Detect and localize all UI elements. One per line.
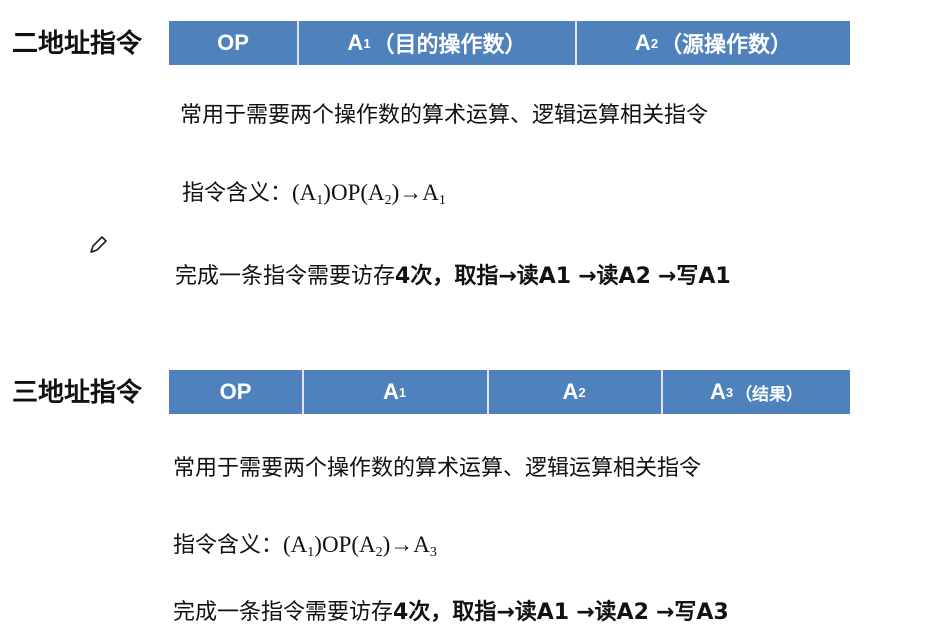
two-address-meaning: 指令含义：(A1)OP(A2)→A1: [182, 180, 446, 208]
two-address-cell-a2: A 2 （源操作数）: [634, 30, 793, 57]
three-address-label: 三地址指令: [12, 378, 143, 408]
three-address-usage: 常用于需要两个操作数的算术运算、逻辑运算相关指令: [173, 456, 702, 481]
two-address-cell-op: OP: [169, 21, 299, 65]
two-address-cell-a1: A 1 （目的操作数）: [299, 21, 577, 65]
two-address-format-bar: OP A 1 （目的操作数） A 2 （源操作数）: [169, 21, 850, 65]
three-address-cell-a2: A2: [489, 370, 663, 414]
three-address-cell-a1: A1: [304, 370, 489, 414]
three-address-cell-op: OP: [169, 370, 304, 414]
pencil-icon: [90, 236, 107, 253]
three-address-meaning: 指令含义：(A1)OP(A2)→A3: [173, 532, 437, 560]
three-address-format-bar: OP A1 A2 A 3 （结果）: [169, 370, 850, 414]
two-address-usage: 常用于需要两个操作数的算术运算、逻辑运算相关指令: [180, 103, 709, 128]
two-address-access: 完成一条指令需要访存4次，取指→读A1 →读A2 →写A1: [175, 264, 731, 289]
three-address-access: 完成一条指令需要访存4次，取指→读A1 →读A2 →写A3: [173, 600, 729, 625]
two-address-label: 二地址指令: [12, 29, 143, 59]
three-address-cell-a3: A 3 （结果）: [709, 379, 804, 404]
